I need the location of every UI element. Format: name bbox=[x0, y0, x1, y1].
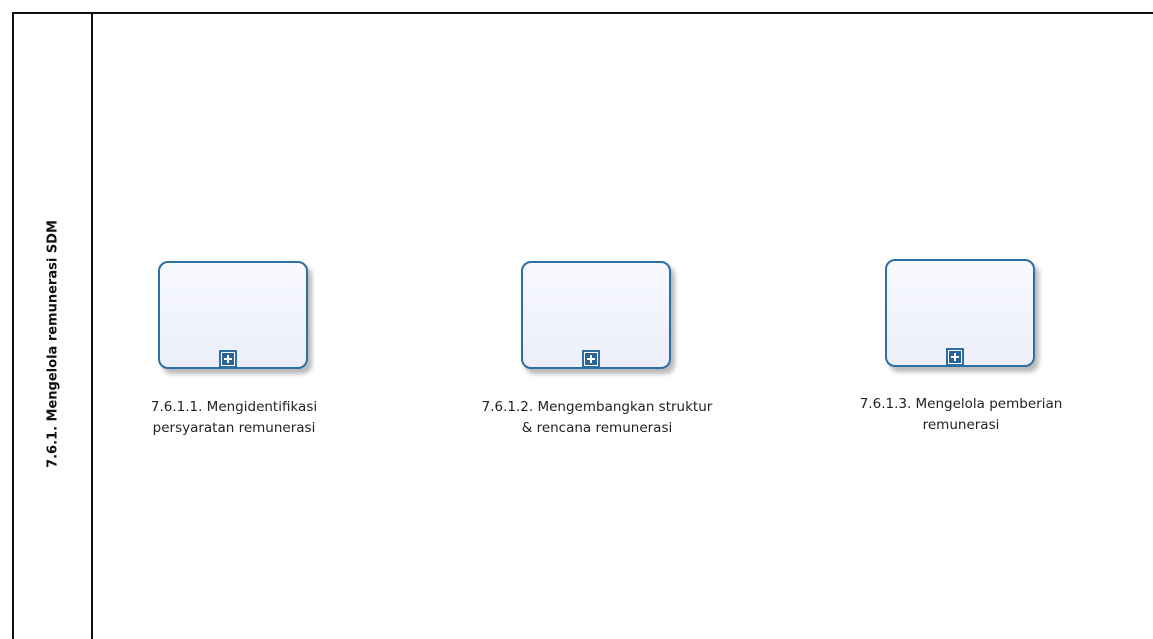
expand-plus-icon[interactable] bbox=[582, 350, 600, 368]
task-3-label: 7.6.1.3. Mengelola pemberian remunerasi bbox=[841, 394, 1081, 436]
plus-icon bbox=[585, 353, 597, 365]
task-3-label-line2: remunerasi bbox=[922, 417, 1000, 433]
task-2-label-line1: 7.6.1.2. Mengembangkan struktur bbox=[481, 399, 713, 415]
subprocess-task-1[interactable] bbox=[158, 261, 308, 369]
plus-icon bbox=[949, 351, 961, 363]
task-2-label-line2: & rencana remunerasi bbox=[521, 420, 673, 436]
expand-plus-icon[interactable] bbox=[946, 348, 964, 366]
subprocess-task-2[interactable] bbox=[521, 261, 671, 369]
task-1-label-line1: 7.6.1.1. Mengidentifikasi bbox=[150, 399, 318, 415]
expand-plus-icon[interactable] bbox=[219, 350, 237, 368]
lane-header-divider bbox=[91, 12, 93, 639]
task-2-label: 7.6.1.2. Mengembangkan struktur & rencan… bbox=[477, 397, 717, 439]
lane-title: 7.6.1. Mengelola remunerasi SDM bbox=[45, 220, 60, 468]
bpmn-canvas: 7.6.1. Mengelola remunerasi SDM 7.6.1.1.… bbox=[0, 0, 1153, 639]
plus-icon bbox=[222, 353, 234, 365]
pool-top-border bbox=[12, 12, 1153, 14]
lane-header[interactable]: 7.6.1. Mengelola remunerasi SDM bbox=[14, 14, 91, 639]
task-1-label: 7.6.1.1. Mengidentifikasi persyaratan re… bbox=[114, 397, 354, 439]
subprocess-task-3[interactable] bbox=[885, 259, 1035, 367]
task-3-label-line1: 7.6.1.3. Mengelola pemberian bbox=[859, 396, 1063, 412]
task-1-label-line2: persyaratan remunerasi bbox=[152, 420, 316, 436]
